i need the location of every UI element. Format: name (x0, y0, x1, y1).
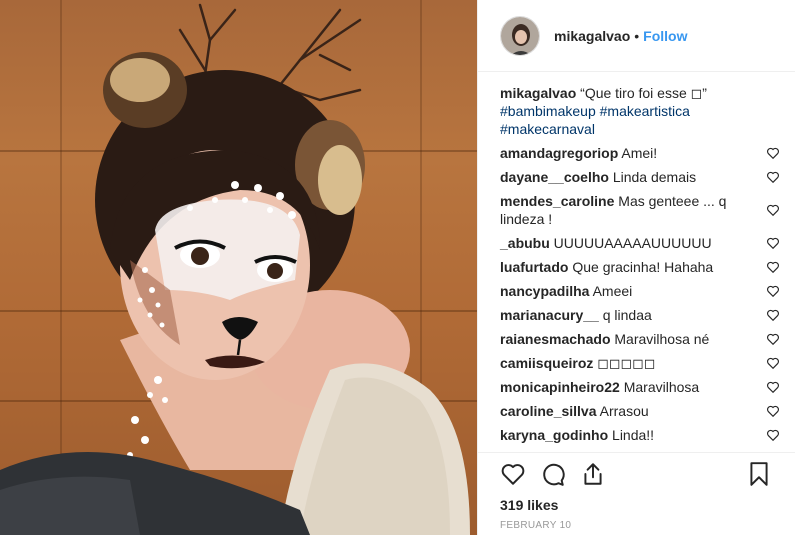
comment-like-heart-icon[interactable] (766, 356, 780, 370)
comment-like-heart-icon[interactable] (766, 203, 780, 217)
caption-username[interactable]: mikagalvao (500, 85, 576, 101)
comment-row: luafurtado Que gracinha! Hahaha (500, 258, 780, 276)
post-actions-bar (478, 452, 795, 496)
comment-row: marianacury__ q lindaa (500, 306, 780, 324)
comment-text: Linda!! (612, 427, 655, 443)
comment-username[interactable]: caroline_sillva (500, 403, 597, 419)
comments-list: mikagalvao “Que tiro foi esse ◻” #bambim… (500, 84, 780, 450)
comment-like-heart-icon[interactable] (766, 428, 780, 442)
header-username[interactable]: mikagalvao (554, 28, 630, 44)
comment-username[interactable]: marianacury__ (500, 307, 599, 323)
comment-text: Amei! (621, 145, 658, 161)
comment-text: ◻◻◻◻◻ (597, 355, 656, 371)
comment-row: karyna_godinho Linda!! (500, 426, 780, 444)
comment-username[interactable]: camiisqueiroz (500, 355, 593, 371)
comment-text: Maravilhosa (623, 379, 700, 395)
comment-text: Que gracinha! Hahaha (572, 259, 714, 275)
comment-row: mendes_caroline Mas genteee ... q lindez… (500, 192, 780, 228)
comment-text: Maravilhosa né (614, 331, 710, 347)
hashtag-link[interactable]: #makeartistica (600, 103, 690, 119)
comment-like-heart-icon[interactable] (766, 332, 780, 346)
comment-like-heart-icon[interactable] (766, 146, 780, 160)
comment-username[interactable]: luafurtado (500, 259, 568, 275)
comment-row: _abubu UUUUUAAAAAUUUUUU (500, 234, 780, 252)
comment-icon[interactable] (540, 461, 566, 487)
comment-like-heart-icon[interactable] (766, 236, 780, 250)
comment-username[interactable]: mendes_caroline (500, 193, 614, 209)
comment-text: Linda demais (612, 169, 697, 185)
post-details-panel: mikagalvao • Follow mikagalvao “Que tiro… (477, 0, 795, 535)
comment-text: Arrasou (599, 403, 649, 419)
comment-username[interactable]: _abubu (500, 235, 550, 251)
comment-text: UUUUUAAAAAUUUUUU (553, 235, 712, 251)
instagram-post: mikagalvao • Follow mikagalvao “Que tiro… (0, 0, 795, 535)
separator-dot: • (634, 27, 640, 44)
comment-like-heart-icon[interactable] (766, 284, 780, 298)
comment-text: Ameei (592, 283, 633, 299)
bookmark-icon[interactable] (746, 461, 772, 487)
hashtag-link[interactable]: #bambimakeup (500, 103, 596, 119)
comment-row: monicapinheiro22 Maravilhosa (500, 378, 780, 396)
comment-username[interactable]: dayane__coelho (500, 169, 609, 185)
comment-username[interactable]: nancypadilha (500, 283, 589, 299)
comment-username[interactable]: amandagregoriop (500, 145, 618, 161)
comment-row: caroline_sillva Arrasou (500, 402, 780, 420)
comment-text: q lindaa (602, 307, 652, 323)
heart-icon[interactable] (500, 461, 526, 487)
comment-like-heart-icon[interactable] (766, 170, 780, 184)
comment-username[interactable]: karyna_godinho (500, 427, 608, 443)
post-header: mikagalvao • Follow (478, 0, 795, 72)
comment-row: raianesmachado Maravilhosa né (500, 330, 780, 348)
comment-row: amandagregoriop Amei! (500, 144, 780, 162)
comment-username[interactable]: raianesmachado (500, 331, 611, 347)
comment-row: camiisqueiroz ◻◻◻◻◻ (500, 354, 780, 372)
post-photo[interactable] (0, 0, 477, 535)
comment-row: nancypadilha Ameei (500, 282, 780, 300)
likes-count[interactable]: 319 likes (500, 497, 558, 513)
share-icon[interactable] (580, 461, 606, 487)
comment-row: dayane__coelho Linda demais (500, 168, 780, 186)
comment-like-heart-icon[interactable] (766, 380, 780, 394)
avatar[interactable] (500, 15, 540, 56)
comment-like-heart-icon[interactable] (766, 260, 780, 274)
caption-text: “Que tiro foi esse ◻” (580, 85, 707, 101)
deer-makeup-portrait (0, 3, 470, 535)
comment-username[interactable]: monicapinheiro22 (500, 379, 620, 395)
follow-button[interactable]: Follow (643, 28, 687, 44)
post-date: FEBRUARY 10 (500, 520, 572, 531)
post-caption: mikagalvao “Que tiro foi esse ◻” #bambim… (500, 84, 780, 138)
comment-like-heart-icon[interactable] (766, 308, 780, 322)
hashtag-link[interactable]: #makecarnaval (500, 121, 595, 137)
comment-like-heart-icon[interactable] (766, 404, 780, 418)
